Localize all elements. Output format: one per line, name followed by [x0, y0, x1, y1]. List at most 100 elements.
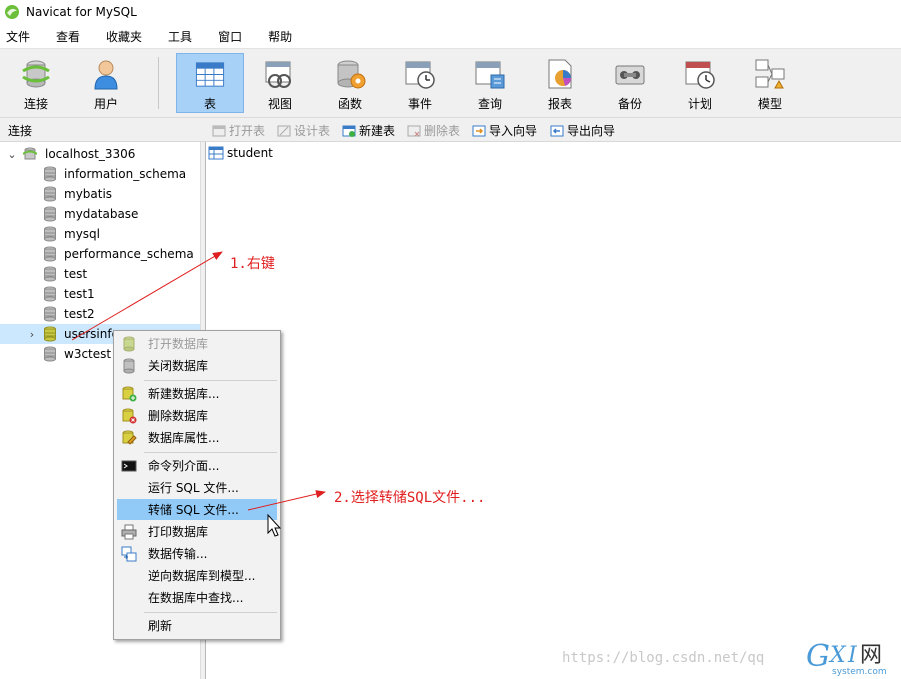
- import-wizard-button[interactable]: 导入向导: [472, 122, 537, 139]
- toolbar-report-button[interactable]: 报表: [526, 53, 594, 113]
- tree-database-item[interactable]: mydatabase: [0, 204, 200, 224]
- table-name: student: [227, 146, 273, 160]
- toolbar-connection-label: 连接: [23, 97, 48, 111]
- menu-run-sql-file[interactable]: 运行 SQL 文件...: [117, 477, 277, 498]
- menu-data-transfer[interactable]: 数据传输...: [117, 543, 277, 564]
- design-table-button[interactable]: 设计表: [277, 122, 330, 139]
- toolbar-view-button[interactable]: 视图: [246, 53, 314, 113]
- user-icon: [94, 60, 118, 90]
- delete-table-button[interactable]: 删除表: [407, 122, 460, 139]
- menu-database-properties-label: 数据库属性...: [148, 431, 220, 445]
- menu-refresh-label: 刷新: [148, 619, 173, 633]
- menu-separator: [144, 452, 277, 453]
- delete-table-icon: [407, 125, 421, 136]
- menu-open-database[interactable]: 打开数据库: [117, 333, 277, 354]
- menu-dump-sql-file-label: 转储 SQL 文件...: [148, 503, 239, 517]
- menu-view[interactable]: 查看: [56, 28, 80, 45]
- tree-database-item[interactable]: mysql: [0, 224, 200, 244]
- menu-close-database-label: 关闭数据库: [148, 359, 209, 373]
- toolbar-schedule-button[interactable]: 计划: [666, 53, 734, 113]
- tree-database-item[interactable]: test: [0, 264, 200, 284]
- tree-database-item[interactable]: test2: [0, 304, 200, 324]
- collapse-arrow-icon[interactable]: ⌄: [6, 148, 18, 161]
- import-wizard-label: 导入向导: [489, 124, 538, 138]
- query-icon: [475, 61, 505, 89]
- toolbar-backup-label: 备份: [617, 97, 642, 111]
- toolbar-model-button[interactable]: 模型: [736, 53, 804, 113]
- database-icon: [44, 206, 56, 222]
- svg-text:I: I: [847, 643, 858, 668]
- database-icon: [44, 186, 56, 202]
- schedule-icon: [685, 61, 715, 89]
- export-wizard-label: 导出向导: [567, 124, 616, 138]
- toolbar-event-button[interactable]: 事件: [386, 53, 454, 113]
- database-name: test: [64, 267, 88, 281]
- printer-icon: [121, 524, 137, 539]
- menu-help[interactable]: 帮助: [268, 28, 292, 45]
- open-table-button[interactable]: 打开表: [212, 122, 265, 139]
- tree-database-item[interactable]: performance_schema: [0, 244, 200, 264]
- main-toolbar: 连接 用户 表 视图 函数 事件 查询 报表 备份 计划 模型: [0, 48, 901, 118]
- delete-table-label: 删除表: [424, 124, 461, 138]
- db-close-icon: [123, 358, 135, 373]
- menu-command-line[interactable]: 命令列介面...: [117, 455, 277, 476]
- database-name: information_schema: [64, 167, 187, 181]
- watermark-url: https://blog.csdn.net/qq: [562, 650, 765, 666]
- annotation-step2: 2.选择转储SQL文件...: [334, 490, 486, 506]
- new-table-icon: [342, 125, 356, 137]
- connection-icon: [22, 60, 50, 88]
- menu-new-database-label: 新建数据库...: [148, 387, 220, 401]
- menu-refresh[interactable]: 刷新: [117, 615, 277, 636]
- menu-file[interactable]: 文件: [6, 28, 30, 45]
- open-table-icon: [212, 125, 226, 136]
- object-list: student: [206, 142, 901, 679]
- menu-window[interactable]: 窗口: [218, 28, 242, 45]
- new-table-label: 新建表: [359, 124, 396, 138]
- toolbar-user-button[interactable]: 用户: [72, 53, 140, 113]
- menu-favorites[interactable]: 收藏夹: [106, 28, 142, 45]
- tree-database-item[interactable]: test1: [0, 284, 200, 304]
- toolbar-function-button[interactable]: 函数: [316, 53, 384, 113]
- toolbar-query-button[interactable]: 查询: [456, 53, 524, 113]
- menu-new-database[interactable]: 新建数据库...: [117, 383, 277, 404]
- database-icon: [44, 306, 56, 322]
- db-properties-icon: [122, 430, 137, 445]
- design-table-label: 设计表: [294, 124, 331, 138]
- toolbar-separator: [158, 57, 159, 109]
- menu-open-database-label: 打开数据库: [148, 337, 209, 351]
- menu-reverse-to-model[interactable]: 逆向数据库到模型...: [117, 565, 277, 586]
- annotation-step1: 1.右键: [230, 256, 275, 272]
- toolbar-table-label: 表: [203, 97, 216, 111]
- database-name: mydatabase: [64, 207, 139, 221]
- tree-connection-localhost[interactable]: ⌄ localhost_3306: [0, 144, 200, 164]
- toolbar-table-button[interactable]: 表: [176, 53, 244, 113]
- expand-arrow-icon[interactable]: ›: [26, 328, 38, 341]
- title-bar: Navicat for MySQL: [0, 0, 901, 24]
- svg-text:X: X: [828, 643, 847, 668]
- tree-database-item[interactable]: mybatis: [0, 184, 200, 204]
- tree-database-item[interactable]: information_schema: [0, 164, 200, 184]
- menu-database-properties[interactable]: 数据库属性...: [117, 427, 277, 448]
- menu-reverse-to-model-label: 逆向数据库到模型...: [148, 569, 256, 583]
- menu-find-in-database[interactable]: 在数据库中查找...: [117, 587, 277, 608]
- db-open-icon: [123, 336, 135, 351]
- toolbar-connection-button[interactable]: 连接: [2, 53, 70, 113]
- gxi-watermark-logo: G X I 网 system.com: [806, 639, 887, 677]
- menu-dump-sql-file[interactable]: 转储 SQL 文件...: [117, 499, 277, 520]
- design-table-icon: [277, 125, 291, 136]
- toolbar-model-label: 模型: [757, 97, 782, 111]
- new-table-button[interactable]: 新建表: [342, 122, 395, 139]
- table-item-student[interactable]: student: [208, 146, 273, 160]
- toolbar-backup-button[interactable]: 备份: [596, 53, 664, 113]
- database-name: mybatis: [64, 187, 113, 201]
- menu-print-database[interactable]: 打印数据库: [117, 521, 277, 542]
- database-name: w3ctest: [64, 347, 112, 361]
- menu-delete-database[interactable]: 删除数据库: [117, 405, 277, 426]
- database-icon: [44, 286, 56, 302]
- menu-close-database[interactable]: 关闭数据库: [117, 355, 277, 376]
- export-wizard-button[interactable]: 导出向导: [550, 122, 615, 139]
- menu-tools[interactable]: 工具: [168, 28, 192, 45]
- window-title: Navicat for MySQL: [26, 5, 137, 19]
- database-icon: [44, 346, 56, 362]
- database-icon: [44, 266, 56, 282]
